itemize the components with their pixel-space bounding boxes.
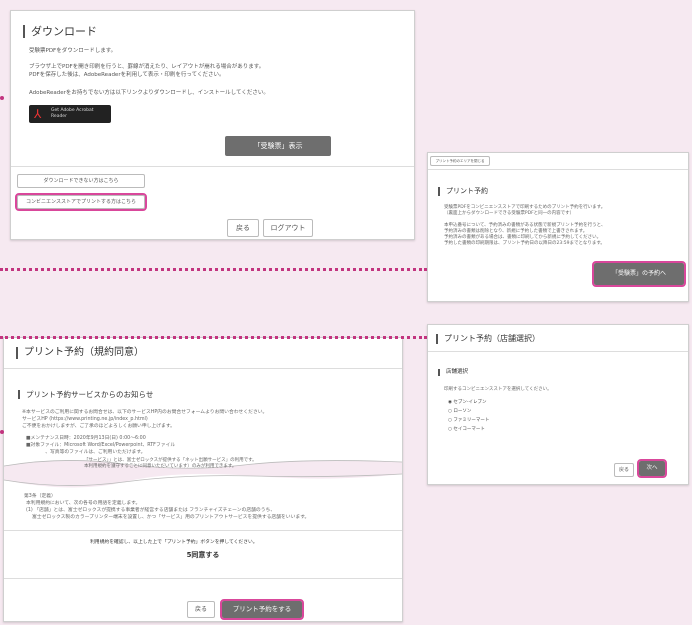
print-reserve-button[interactable]: プリント予約をする [220,599,304,620]
store-title: プリント予約（店舗選択） [436,334,540,344]
connector-dot [0,430,4,434]
store-prompt: 印刷するコンビニエンスストアを選択してください。 [444,387,552,392]
reserve-text-2: （裏面上からダウンロードできる受験票PDFと同一の内容です） [444,211,575,216]
radio-icon: ○ [448,409,452,414]
connector-dots-2 [0,336,427,339]
service-hp-link[interactable]: サービスHP (https://www.printing.ne.jp/index… [22,417,148,423]
show-admission-ticket-button[interactable]: 「受験票」表示 [225,136,331,156]
divider [11,166,414,167]
download-text-2: ブラウザ上でPDFを開き印刷を行うと、罫線が消えたり、レイアウトが崩れる場合があ… [29,64,265,70]
agree-label: 5同意する [186,551,220,559]
notice-line-5: ■対象ファイル：Microsoft Word/Excel/Powerpoint、… [26,443,176,448]
store-option-seven-eleven[interactable]: ◉ セブン-イレブン [448,399,487,406]
store-option-familymart[interactable]: ○ ファミリーマート [448,417,489,424]
terms-title: プリント予約（規約同意） [16,347,144,359]
agree-prompt: 利用規約を確認し、以上した上で「プリント予約」ボタンを押してください。 [90,540,258,545]
store-back-button[interactable]: 戻る [614,463,634,477]
acrobat-logo-icon: ⅄ [34,107,42,121]
radio-icon: ○ [448,418,452,423]
divider [428,351,688,352]
download-text-4: AdobeReaderをお持ちでない方は以下リンクよりダウンロードし、インストー… [29,90,269,96]
terms-line-10: 本利用規約において、次の各号の用語を定義します。 [26,501,141,506]
back-button[interactable]: 戻る [227,219,259,237]
download-text-1: 受験票PDFをダウンロードします。 [29,48,117,54]
divider [4,578,402,579]
print-reserve-card: プリント予約のエリアを閉じる プリント予約 受験票PDFをコンビニエンスストアで… [427,152,689,302]
notice-line-3: ご不便をおかけしますが、ご了承のほどよろしくお願い申し上げます。 [22,424,175,429]
store-option-lawson[interactable]: ○ ローソン [448,408,471,415]
terms-line-8: 本利用規約を遵守することに同意いただいています）のみが利用できます。 [84,464,237,469]
download-card: ダウンロード 受験票PDFをダウンロードします。 ブラウザ上でPDFを開き印刷を… [10,10,415,240]
radio-icon: ○ [448,427,452,432]
reserve-ticket-button[interactable]: 「受験票」の予約へ [592,261,686,287]
terms-line-11: (1) 「店舗」とは、富士ゼロックスが提携する事業者が経営する店舗または フラン… [26,508,276,513]
notice-title: プリント予約サービスからのお知らせ [18,390,153,399]
close-reserve-area-link[interactable]: プリント予約のエリアを閉じる [430,156,490,166]
terms-card: プリント予約（規約同意） プリント予約サービスからのお知らせ ※本サービスのご利… [3,337,403,622]
store-select-card: プリント予約（店舗選択） 店舗選択 印刷するコンビニエンスストアを選択してくださ… [427,324,689,485]
adobe-reader-badge[interactable]: ⅄ Get Adobe Acrobat Reader [29,105,111,123]
adobe-badge-label: Get Adobe Acrobat Reader [51,108,94,119]
terms-back-button[interactable]: 戻る [187,601,215,618]
terms-line-12: 富士ゼロックス製のカラープリンター端末を設置し、かつ「サービス」用のプリントアウ… [32,515,310,520]
download-title: ダウンロード [23,25,97,38]
connector-dots-1 [0,268,427,271]
radio-checked-icon: ◉ [448,400,452,405]
divider [428,169,688,170]
reserve-title: プリント予約 [438,187,488,196]
logout-button[interactable]: ログアウト [263,219,313,237]
store-next-button[interactable]: 次へ [637,459,667,478]
download-text-3: PDFを保存した後は、AdobeReaderを利用して表示・印刷を行ってください… [29,72,225,78]
convenience-store-print-link[interactable]: コンビニエンスストアでプリントする方はこちら [15,193,147,211]
terms-line-9: 第3条（定義） [24,494,56,499]
cannot-download-link[interactable]: ダウンロードできない方はこちら [17,174,145,188]
divider [4,368,402,369]
store-option-seicomart[interactable]: ○ セイコーマート [448,426,485,433]
store-section-title: 店舗選択 [438,369,468,376]
notice-line-4: ■メンテナンス日時：2020年9月13日(日) 0:00～6:00 [26,436,146,441]
connector-dot [0,96,4,100]
notice-line-1: ※本サービスのご利用に関するお問合せは、以下のサービスHP内のお問合せフォームよ… [22,410,268,415]
divider [4,530,402,531]
reserve-text-6: 予約した書類の印刷期限は、プリント予約日の以降日の23:59までとなります。 [444,241,605,246]
